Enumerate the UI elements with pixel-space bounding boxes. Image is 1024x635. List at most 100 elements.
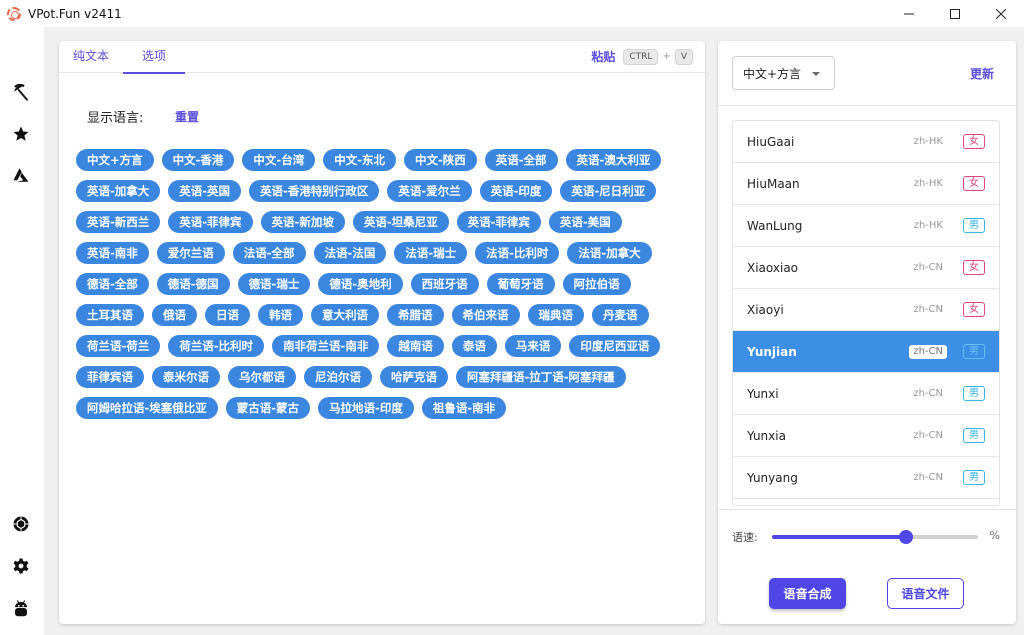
language-chip[interactable]: 印度尼西亚语 <box>569 335 661 357</box>
synthesize-button[interactable]: 语音合成 <box>769 578 846 609</box>
language-chip[interactable]: 英语-爱尔兰 <box>387 180 472 202</box>
language-chip[interactable]: 法语-全部 <box>232 242 306 264</box>
language-chip[interactable]: 英语-印度 <box>479 180 553 202</box>
language-chip[interactable]: 德语-瑞士 <box>237 273 311 295</box>
language-chip[interactable]: 英语-尼日利亚 <box>560 180 657 202</box>
language-chip[interactable]: 法语-比利时 <box>475 242 560 264</box>
close-button[interactable] <box>978 0 1024 27</box>
language-chip[interactable]: 荷兰语-荷兰 <box>76 335 161 357</box>
language-chip[interactable]: 中文-东北 <box>323 149 396 171</box>
language-chip[interactable]: 中文+方言 <box>76 149 154 171</box>
language-chip[interactable]: 越南语 <box>387 335 444 357</box>
language-chip[interactable]: 日语 <box>205 304 250 326</box>
language-chip[interactable]: 英语-英国 <box>168 180 242 202</box>
voice-locale: zh-CN <box>913 472 943 483</box>
language-chip[interactable]: 希伯来语 <box>451 304 520 326</box>
voice-name: HiuGaai <box>747 134 795 149</box>
language-chip[interactable]: 英语-澳大利亚 <box>565 149 662 171</box>
language-select[interactable]: 中文+方言 <box>732 56 835 90</box>
language-chip[interactable]: 蒙古语-蒙古 <box>225 397 311 419</box>
voice-list[interactable]: HiuGaai zh-HK 女 HiuMaan zh-HK 女 WanLung zh-HK 男 X… <box>732 120 1000 506</box>
refresh-button[interactable]: 更新 <box>970 65 994 82</box>
rail-item-android[interactable] <box>11 598 31 618</box>
language-chip[interactable]: 俄语 <box>152 304 197 326</box>
language-chip[interactable]: 马拉地语-印度 <box>318 397 414 419</box>
language-chip[interactable]: 阿塞拜疆语-拉丁语-阿塞拜疆 <box>456 366 626 388</box>
language-chip[interactable]: 法语-瑞士 <box>394 242 468 264</box>
umbrella-icon <box>14 84 28 101</box>
language-chip[interactable]: 阿拉伯语 <box>562 273 631 295</box>
language-chip[interactable]: 中文-陕西 <box>403 149 477 171</box>
minimize-button[interactable] <box>886 0 932 27</box>
speed-unit: % <box>989 529 1000 542</box>
voice-locale: zh-CN <box>913 304 943 315</box>
voice-list-item[interactable]: Yunxi zh-CN 男 <box>733 373 999 415</box>
language-chip[interactable]: 中文-台湾 <box>242 149 316 171</box>
language-chip[interactable]: 意大利语 <box>311 304 379 326</box>
language-chip[interactable]: 英语-香港特别行政区 <box>249 180 380 202</box>
language-chip[interactable]: 丹麦语 <box>592 304 649 326</box>
voice-list-item[interactable]: Xiaoyi zh-CN 女 <box>733 289 999 331</box>
voice-locale: zh-CN <box>913 388 943 399</box>
gender-badge: 男 <box>963 386 985 401</box>
voice-name: HiuMaan <box>747 176 800 191</box>
rail-item-favorites[interactable] <box>11 124 31 144</box>
voice-list-item[interactable]: WanLung zh-HK 男 <box>733 205 999 247</box>
rail-item-settings[interactable] <box>11 556 31 576</box>
language-chip[interactable]: 希腊语 <box>387 304 444 326</box>
language-chip[interactable]: 土耳其语 <box>76 304 144 326</box>
language-chip[interactable]: 英语-菲律宾 <box>168 211 253 233</box>
voice-list-item[interactable]: Xiaoxiao zh-CN 女 <box>733 247 999 289</box>
language-chip[interactable]: 法语-法国 <box>313 242 387 264</box>
language-chip[interactable]: 德语-奥地利 <box>318 273 403 295</box>
paste-button[interactable]: 粘贴 <box>591 48 615 65</box>
language-chip[interactable]: 英语-菲律宾 <box>456 211 541 233</box>
language-chip[interactable]: 德语-全部 <box>76 273 149 295</box>
language-chip[interactable]: 祖鲁语-南非 <box>421 397 507 419</box>
language-chip[interactable]: 英语-南非 <box>76 242 149 264</box>
language-chip[interactable]: 马来语 <box>504 335 562 357</box>
language-chip[interactable]: 法语-加拿大 <box>567 242 652 264</box>
language-chip[interactable]: 泰语 <box>451 335 497 357</box>
language-chip[interactable]: 英语-新加坡 <box>260 211 345 233</box>
language-chip[interactable]: 韩语 <box>258 304 303 326</box>
audio-file-button[interactable]: 语音文件 <box>887 578 964 609</box>
voice-list-item[interactable]: HiuMaan zh-HK 女 <box>733 163 999 205</box>
voice-name: Yunjian <box>747 344 797 359</box>
maximize-button[interactable] <box>932 0 978 27</box>
voice-list-item[interactable]: Yunxia zh-CN 男 <box>733 415 999 457</box>
rail-item-azure[interactable] <box>11 165 31 185</box>
language-chip[interactable]: 乌尔都语 <box>228 366 296 388</box>
voice-list-item[interactable] <box>733 499 999 505</box>
language-chip[interactable]: 英语-坦桑尼亚 <box>352 211 449 233</box>
divider <box>718 105 1016 106</box>
language-chip[interactable]: 英语-加拿大 <box>76 180 161 202</box>
speed-slider[interactable] <box>772 530 978 544</box>
speed-slider-thumb[interactable] <box>898 530 913 544</box>
language-chip[interactable]: 英语-新西兰 <box>76 211 161 233</box>
language-chip[interactable]: 南非荷兰语-南非 <box>272 335 380 357</box>
language-chip[interactable]: 菲律宾语 <box>76 366 144 388</box>
speed-slider-fill <box>772 535 906 539</box>
language-chip[interactable]: 哈萨克语 <box>380 366 448 388</box>
reset-button[interactable]: 重置 <box>175 108 199 125</box>
language-chip[interactable]: 荷兰语-比利时 <box>168 335 265 357</box>
voice-list-item[interactable]: Yunyang zh-CN 男 <box>733 457 999 499</box>
rail-item-aperture[interactable] <box>11 514 31 534</box>
language-chip[interactable]: 泰米尔语 <box>152 366 220 388</box>
language-chip[interactable]: 爱尔兰语 <box>156 242 225 264</box>
language-chip[interactable]: 西班牙语 <box>410 273 479 295</box>
language-chip[interactable]: 阿姆哈拉语-埃塞俄比亚 <box>76 397 218 419</box>
rail-item-umbrella[interactable] <box>11 83 31 103</box>
voice-list-item[interactable]: HiuGaai zh-HK 女 <box>733 121 999 163</box>
language-chip[interactable]: 瑞典语 <box>527 304 584 326</box>
language-chip[interactable]: 英语-全部 <box>484 149 558 171</box>
language-chip[interactable]: 英语-美国 <box>548 211 622 233</box>
language-chip[interactable]: 德语-德国 <box>156 273 230 295</box>
language-chip[interactable]: 葡萄牙语 <box>486 273 555 295</box>
tab-options[interactable]: 选项 <box>123 41 185 74</box>
voice-list-item[interactable]: Yunjian zh-CN 男 <box>733 331 999 373</box>
language-chip[interactable]: 中文-香港 <box>161 149 235 171</box>
language-chip[interactable]: 尼泊尔语 <box>304 366 372 388</box>
tab-plain-text[interactable]: 纯文本 <box>59 41 123 73</box>
